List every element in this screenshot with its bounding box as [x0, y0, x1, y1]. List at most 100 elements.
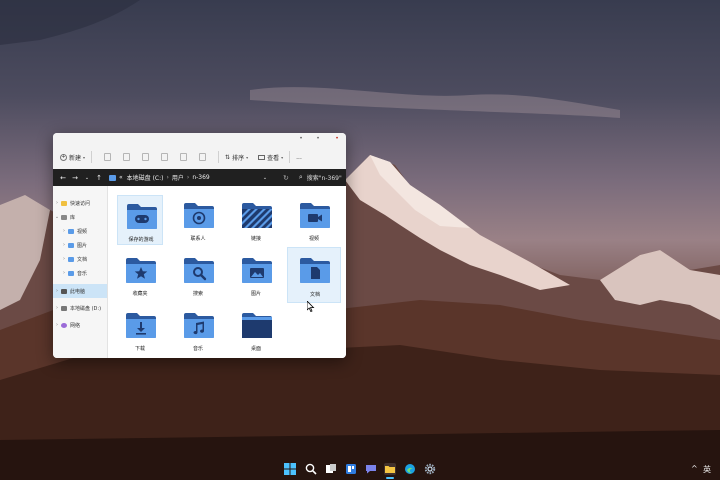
view-label: 查看 — [267, 154, 280, 162]
sidebar-item-network[interactable]: › 网络 — [53, 318, 107, 332]
file-list: 保存的游戏 联系人 链接 视频 收藏夹 搜索 图片 文档 下载 音乐 桌面 — [108, 186, 346, 358]
search-button[interactable] — [305, 463, 317, 475]
paste-icon[interactable] — [142, 153, 150, 161]
folder-icon — [68, 256, 74, 262]
sidebar-item-label: 快速访问 — [70, 200, 91, 207]
file-explorer-window[interactable]: • • • + 新建 ▾ ⇅ 排序 ▾ 查看 ▾ ... ← → ⌄ ↑ « 本… — [53, 133, 346, 358]
plus-icon: + — [60, 153, 67, 161]
delete-icon[interactable] — [199, 153, 207, 161]
title-bar[interactable]: • • • — [53, 133, 346, 145]
search-box[interactable]: ⌕ 搜索"n-369" — [299, 173, 342, 182]
sidebar-item-documents[interactable]: › 文档 — [53, 252, 107, 266]
folder-label: 收藏夹 — [132, 291, 148, 297]
close-button[interactable]: • — [333, 136, 341, 142]
folder-icon — [385, 466, 395, 473]
chevron-right-icon[interactable]: › — [60, 242, 68, 248]
edge-button[interactable] — [404, 463, 416, 475]
active-app-indicator — [386, 477, 394, 479]
chevron-right-icon[interactable]: › — [53, 305, 61, 311]
chevron-right-icon[interactable]: › — [53, 200, 61, 206]
folder-music[interactable]: 音乐 — [175, 305, 221, 355]
tray-overflow-chevron[interactable]: ^ — [691, 464, 698, 473]
sidebar-item-label: 音乐 — [77, 270, 88, 277]
folder-icon — [68, 228, 74, 234]
sidebar-item-this-pc[interactable]: › 此电脑 — [53, 284, 107, 298]
minimize-button[interactable]: • — [297, 136, 305, 142]
address-dropdown-button[interactable]: ⌄ — [259, 175, 271, 181]
chat-button[interactable] — [365, 463, 377, 475]
sidebar-item-label: 网络 — [70, 322, 81, 329]
back-button[interactable]: ← — [57, 174, 69, 182]
share-icon[interactable] — [180, 153, 188, 161]
folder-links[interactable]: 链接 — [233, 195, 279, 245]
cut-icon[interactable] — [104, 153, 112, 161]
maximize-button[interactable]: • — [314, 136, 322, 142]
star-icon — [61, 200, 67, 206]
folder-downloads[interactable]: 下载 — [117, 305, 163, 355]
music-icon — [184, 313, 214, 338]
folder-contacts[interactable]: 联系人 — [175, 195, 221, 245]
breadcrumb-item-current[interactable]: n-369 — [192, 174, 209, 181]
breadcrumb[interactable]: « 本地磁盘 (C:) › 用户 › n-369 — [109, 169, 259, 186]
chevron-right-icon[interactable]: › — [60, 228, 68, 234]
forward-button[interactable]: → — [69, 174, 81, 182]
new-button[interactable]: + 新建 ▾ — [60, 150, 85, 164]
sort-button[interactable]: ⇅ 排序 ▾ — [225, 150, 248, 164]
chevron-down-icon: ▾ — [281, 154, 284, 160]
search-icon: ⌕ — [298, 173, 303, 181]
widgets-button[interactable] — [345, 463, 357, 475]
refresh-icon[interactable]: ↻ — [283, 174, 289, 182]
settings-button[interactable] — [424, 463, 436, 475]
up-button[interactable]: ↑ — [93, 174, 105, 182]
task-view-icon — [326, 464, 336, 473]
windows-logo-icon — [284, 463, 296, 475]
folder-label: 文档 — [309, 292, 320, 298]
address-bar: ← → ⌄ ↑ « 本地磁盘 (C:) › 用户 › n-369 ⌄ ↻ ⌕ 搜… — [53, 169, 346, 186]
chevron-down-icon[interactable]: ⌄ — [53, 214, 61, 220]
folder-documents[interactable]: 文档 — [287, 247, 341, 303]
computer-icon — [61, 288, 67, 294]
folder-searches[interactable]: 搜索 — [175, 250, 221, 300]
view-button[interactable]: 查看 ▾ — [258, 150, 283, 164]
folder-icon — [109, 174, 116, 181]
folder-favorites[interactable]: 收藏夹 — [117, 250, 163, 300]
sidebar-item-drive-d[interactable]: › 本地磁盘 (D:) — [53, 301, 107, 315]
breadcrumb-overflow[interactable]: « — [119, 174, 123, 181]
breadcrumb-item-users[interactable]: 用户 — [172, 173, 184, 182]
chevron-right-icon[interactable]: › — [60, 270, 68, 276]
sidebar-item-music[interactable]: › 音乐 — [53, 266, 107, 280]
new-label: 新建 — [69, 154, 82, 162]
file-explorer-taskbar-button[interactable] — [384, 463, 396, 475]
sidebar-item-label: 本地磁盘 (D:) — [70, 305, 102, 312]
folder-videos[interactable]: 视频 — [291, 195, 337, 245]
chevron-right-icon: › — [186, 174, 190, 181]
sidebar-item-quick-access[interactable]: › 快速访问 — [53, 196, 107, 210]
folder-pictures[interactable]: 图片 — [233, 250, 279, 300]
drive-icon — [61, 305, 67, 311]
command-bar: + 新建 ▾ ⇅ 排序 ▾ 查看 ▾ ... — [53, 145, 346, 169]
toolbar-divider — [91, 151, 93, 163]
chat-icon — [366, 465, 376, 474]
search-icon — [305, 463, 317, 475]
rename-icon[interactable] — [161, 153, 169, 161]
sidebar-item-videos[interactable]: › 视频 — [53, 224, 107, 238]
sidebar-item-libraries[interactable]: ⌄ 库 — [53, 210, 107, 224]
more-label: ... — [296, 153, 302, 161]
start-button[interactable] — [284, 463, 296, 475]
input-method-indicator[interactable]: 英 — [703, 464, 711, 475]
copy-icon[interactable] — [123, 153, 131, 161]
folder-label: 图片 — [250, 291, 261, 297]
folder-saved-games[interactable]: 保存的游戏 — [117, 195, 163, 245]
sort-icon: ⇅ — [225, 153, 231, 161]
task-view-button[interactable] — [325, 463, 337, 475]
folder-desktop[interactable]: 桌面 — [233, 305, 279, 355]
folder-label: 桌面 — [250, 346, 261, 352]
chevron-right-icon[interactable]: › — [53, 322, 61, 328]
at-icon — [184, 203, 214, 228]
chevron-right-icon[interactable]: › — [53, 288, 61, 294]
sidebar-item-pictures[interactable]: › 图片 — [53, 238, 107, 252]
more-button[interactable]: ... — [296, 150, 302, 164]
recent-locations-button[interactable]: ⌄ — [81, 175, 93, 181]
breadcrumb-item-drive-c[interactable]: 本地磁盘 (C:) — [127, 173, 164, 182]
chevron-right-icon[interactable]: › — [60, 256, 68, 262]
